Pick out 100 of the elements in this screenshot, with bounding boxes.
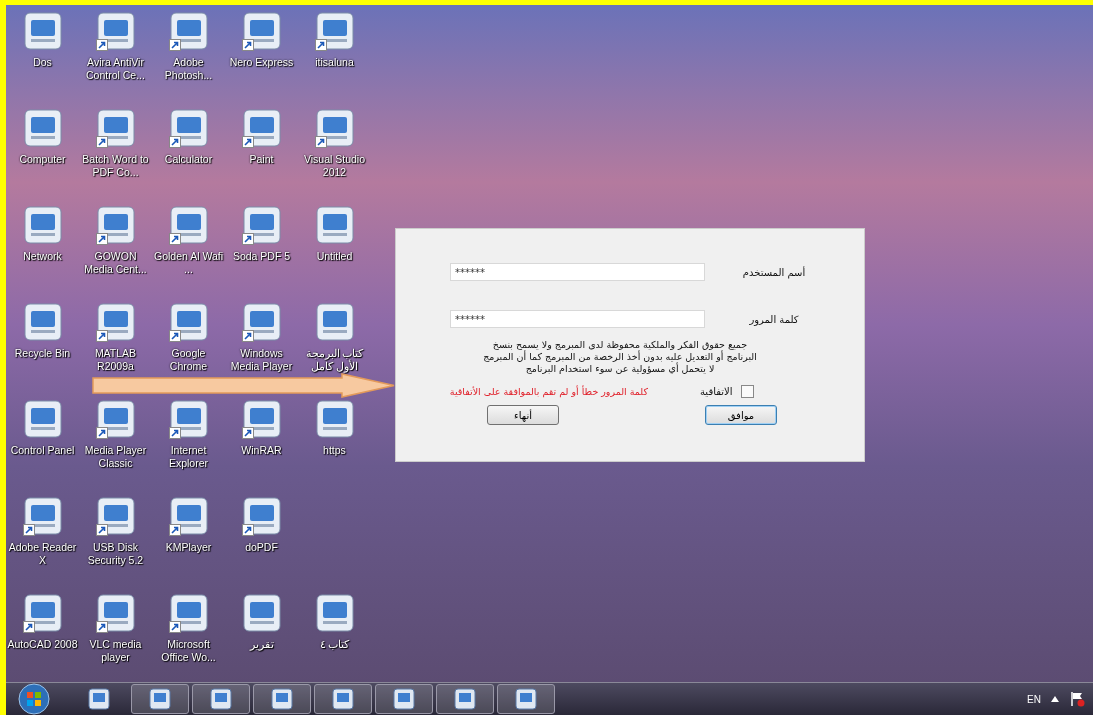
shortcut-arrow-icon <box>168 427 181 439</box>
icon-label[interactable]: doPDF <box>225 541 298 554</box>
app-tile-icon[interactable] <box>241 205 282 245</box>
taskbar-button[interactable] <box>131 684 189 714</box>
icon-label[interactable]: Visual Studio 2012 <box>298 153 371 179</box>
icon-label[interactable]: Nero Express <box>225 56 298 69</box>
app-tile-icon[interactable] <box>168 593 209 633</box>
icon-label[interactable]: https <box>298 444 371 457</box>
app-tile-icon[interactable] <box>22 11 63 51</box>
icon-label[interactable]: Soda PDF 5 <box>225 250 298 263</box>
taskbar-button[interactable] <box>192 684 250 714</box>
shortcut-arrow-icon <box>241 233 254 245</box>
icon-label[interactable]: Internet Explorer <box>152 444 225 470</box>
app-tile-icon[interactable] <box>314 302 355 342</box>
shortcut-arrow-icon <box>241 330 254 342</box>
app-tile-icon[interactable] <box>22 399 63 439</box>
app-tile-icon[interactable] <box>241 496 282 536</box>
icon-label[interactable]: Google Chrome <box>152 347 225 373</box>
password-field[interactable]: ****** <box>450 263 705 281</box>
icon-label[interactable]: Microsoft Office Wo... <box>152 638 225 664</box>
shortcut-arrow-icon <box>314 136 327 148</box>
app-tile-icon <box>148 687 172 711</box>
icon-label[interactable]: Paint <box>225 153 298 166</box>
icon-label[interactable]: كتاب ٤ <box>298 638 371 651</box>
app-tile-icon[interactable] <box>314 11 355 51</box>
app-tile-icon[interactable] <box>168 399 209 439</box>
app-tile-icon[interactable] <box>314 205 355 245</box>
app-tile-icon[interactable] <box>95 496 136 536</box>
app-tile-icon <box>87 687 111 711</box>
shortcut-arrow-icon <box>95 233 108 245</box>
app-tile-icon[interactable] <box>314 593 355 633</box>
icon-label[interactable]: كتاب البرمجة الأول كامل <box>298 347 371 373</box>
app-tile-icon[interactable] <box>168 108 209 148</box>
app-tile-icon[interactable] <box>168 302 209 342</box>
taskbar-button[interactable] <box>253 684 311 714</box>
icon-label[interactable]: USB Disk Security 5.2 <box>79 541 152 567</box>
app-tile-icon[interactable] <box>168 496 209 536</box>
icon-label[interactable]: GOWON Media Cent... <box>79 250 152 276</box>
icon-label[interactable]: تقرير <box>225 638 298 651</box>
shortcut-arrow-icon <box>241 39 254 51</box>
caret-icon[interactable] <box>1051 696 1059 702</box>
app-tile-icon[interactable] <box>95 108 136 148</box>
app-tile-icon[interactable] <box>22 108 63 148</box>
icon-label[interactable]: Adobe Reader X <box>6 541 79 567</box>
app-tile-icon[interactable] <box>241 399 282 439</box>
app-tile-icon[interactable] <box>22 205 63 245</box>
dialog-button[interactable]: موافق <box>705 405 777 425</box>
shortcut-arrow-icon <box>95 427 108 439</box>
taskbar-button[interactable] <box>436 684 494 714</box>
language-indicator[interactable]: EN <box>1027 693 1041 705</box>
taskbar-button[interactable] <box>497 684 555 714</box>
agreement-checkbox[interactable] <box>740 384 754 398</box>
icon-label[interactable]: Dos <box>6 56 79 69</box>
app-tile-icon[interactable] <box>241 108 282 148</box>
app-tile-icon[interactable] <box>95 593 136 633</box>
icon-label[interactable]: VLC media player <box>79 638 152 664</box>
app-tile-icon[interactable] <box>95 399 136 439</box>
app-tile-icon[interactable] <box>95 205 136 245</box>
taskbar-button[interactable] <box>314 684 372 714</box>
app-tile-icon <box>392 687 416 711</box>
icon-label[interactable]: Adobe Photosh... <box>152 56 225 82</box>
field-label: كلمة المرور <box>748 313 800 325</box>
icon-label[interactable]: Control Panel <box>6 444 79 457</box>
app-tile-icon[interactable] <box>22 593 63 633</box>
icon-label[interactable]: Network <box>6 250 79 263</box>
app-tile-icon[interactable] <box>95 11 136 51</box>
icon-label[interactable]: Calculator <box>152 153 225 166</box>
icon-label[interactable]: Untitled <box>298 250 371 263</box>
app-tile-icon[interactable] <box>22 496 63 536</box>
icon-label[interactable]: Computer <box>6 153 79 166</box>
app-tile-icon[interactable] <box>22 302 63 342</box>
field-label: أسم المستخدم <box>741 266 807 278</box>
app-tile-icon[interactable] <box>168 11 209 51</box>
icon-label[interactable]: Batch Word to PDF Co... <box>79 153 152 179</box>
app-tile-icon <box>270 687 294 711</box>
icon-label[interactable]: Recycle Bin <box>6 347 79 360</box>
flag-icon[interactable] <box>1069 691 1085 707</box>
app-tile-icon[interactable] <box>168 205 209 245</box>
icon-label[interactable]: Avira AntiVir Control Ce... <box>79 56 152 82</box>
app-tile-icon[interactable] <box>314 108 355 148</box>
app-tile-icon[interactable] <box>241 11 282 51</box>
app-tile-icon[interactable] <box>241 302 282 342</box>
icon-label[interactable]: Media Player Classic <box>79 444 152 470</box>
icon-label[interactable]: WinRAR <box>225 444 298 457</box>
icon-label[interactable]: KMPlayer <box>152 541 225 554</box>
app-tile-icon[interactable] <box>241 593 282 633</box>
error-message: كلمة المرور خطأ أو لم تقم بالموافقة على الأتفاقية <box>448 385 648 397</box>
icon-label[interactable]: itisaluna <box>298 56 371 69</box>
shortcut-arrow-icon <box>95 330 108 342</box>
app-tile-icon[interactable] <box>314 399 355 439</box>
password-field[interactable]: ****** <box>450 310 705 328</box>
icon-label[interactable]: AutoCAD 2008 <box>6 638 79 651</box>
icon-label[interactable]: MATLAB R2009a <box>79 347 152 373</box>
icon-label[interactable]: Golden Al Wafi ... <box>152 250 225 276</box>
shortcut-arrow-icon <box>314 39 327 51</box>
app-tile-icon[interactable] <box>95 302 136 342</box>
taskbar-button[interactable] <box>375 684 433 714</box>
start-button[interactable] <box>18 683 50 715</box>
dialog-button[interactable]: أنهاء <box>487 405 559 425</box>
icon-label[interactable]: Windows Media Player <box>225 347 298 373</box>
